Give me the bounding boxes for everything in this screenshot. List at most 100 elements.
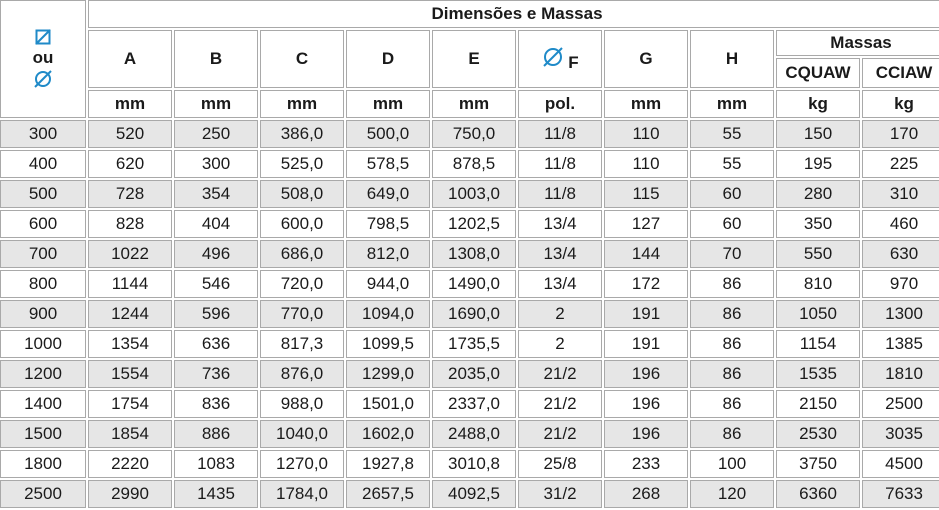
table-cell: 3035	[862, 420, 939, 448]
table-cell: 196	[604, 360, 688, 388]
table-cell: 770,0	[260, 300, 344, 328]
unit-f: pol.	[518, 90, 602, 118]
dimensions-table: ou Dimensões e Massas A B C D E F G H Ma…	[0, 0, 939, 510]
table-cell: 21/2	[518, 390, 602, 418]
unit-e: mm	[432, 90, 516, 118]
table-cell: 1050	[776, 300, 860, 328]
table-cell: 268	[604, 480, 688, 508]
table-cell: 310	[862, 180, 939, 208]
size-cell: 400	[0, 150, 86, 178]
size-cell: 1400	[0, 390, 86, 418]
table-cell: 55	[690, 150, 774, 178]
table-cell: 970	[862, 270, 939, 298]
table-cell: 620	[88, 150, 172, 178]
diameter-icon	[543, 46, 564, 67]
size-cell: 900	[0, 300, 86, 328]
size-cell: 800	[0, 270, 86, 298]
table-cell: 31/2	[518, 480, 602, 508]
table-cell: 876,0	[260, 360, 344, 388]
table-cell: 86	[690, 300, 774, 328]
table-cell: 1003,0	[432, 180, 516, 208]
unit-h: mm	[690, 90, 774, 118]
table-cell: 100	[690, 450, 774, 478]
table-cell: 836	[174, 390, 258, 418]
table-cell: 728	[88, 180, 172, 208]
table-row: 600 828 404 600,0 798,5 1202,5 13/4 127 60 350 460	[0, 210, 939, 238]
table-cell: 1535	[776, 360, 860, 388]
table-row: 1800 2220 1083 1270,0 1927,8 3010,8 25/8 233 100…	[0, 450, 939, 478]
size-cell: 500	[0, 180, 86, 208]
table-cell: 1854	[88, 420, 172, 448]
size-cell: 1500	[0, 420, 86, 448]
table-cell: 86	[690, 270, 774, 298]
table-cell: 11/8	[518, 120, 602, 148]
col-header-a: A	[88, 30, 172, 88]
table-cell: 25/8	[518, 450, 602, 478]
size-cell: 2500	[0, 480, 86, 508]
table-cell: 2337,0	[432, 390, 516, 418]
table-cell: 596	[174, 300, 258, 328]
mass-group-header: Massas	[776, 30, 939, 56]
table-cell: 1144	[88, 270, 172, 298]
table-cell: 70	[690, 240, 774, 268]
size-cell: 600	[0, 210, 86, 238]
table-row: 2500 2990 1435 1784,0 2657,5 4092,5 31/2 268 120…	[0, 480, 939, 508]
table-cell: 546	[174, 270, 258, 298]
table-row: 700 1022 496 686,0 812,0 1308,0 13/4 144 70 550 63…	[0, 240, 939, 268]
table-cell: 736	[174, 360, 258, 388]
table-cell: 2500	[862, 390, 939, 418]
unit-b: mm	[174, 90, 258, 118]
size-header-cell: ou	[0, 0, 86, 118]
table-cell: 225	[862, 150, 939, 178]
table-cell: 1784,0	[260, 480, 344, 508]
col-header-cquaw: CQUAW	[776, 58, 860, 88]
table-cell: 525,0	[260, 150, 344, 178]
square-diameter-icon	[35, 29, 51, 45]
table-cell: 686,0	[260, 240, 344, 268]
col-header-h: H	[690, 30, 774, 88]
table-cell: 11/8	[518, 180, 602, 208]
table-cell: 1927,8	[346, 450, 430, 478]
table-cell: 810	[776, 270, 860, 298]
table-cell: 1202,5	[432, 210, 516, 238]
unit-cquaw: kg	[776, 90, 860, 118]
table-cell: 110	[604, 120, 688, 148]
table-cell: 1501,0	[346, 390, 430, 418]
table-body: 300 520 250 386,0 500,0 750,0 11/8 110 55 150 170 4…	[0, 120, 939, 508]
table-cell: 1435	[174, 480, 258, 508]
table-cell: 191	[604, 300, 688, 328]
table-cell: 886	[174, 420, 258, 448]
table-cell: 1690,0	[432, 300, 516, 328]
table-cell: 750,0	[432, 120, 516, 148]
col-header-e: E	[432, 30, 516, 88]
col-header-c: C	[260, 30, 344, 88]
table-cell: 798,5	[346, 210, 430, 238]
table-cell: 86	[690, 360, 774, 388]
table-cell: 60	[690, 180, 774, 208]
table-cell: 508,0	[260, 180, 344, 208]
table-cell: 1308,0	[432, 240, 516, 268]
table-cell: 3750	[776, 450, 860, 478]
table-cell: 1083	[174, 450, 258, 478]
table-cell: 600,0	[260, 210, 344, 238]
table-cell: 1602,0	[346, 420, 430, 448]
size-cell: 1200	[0, 360, 86, 388]
table-cell: 196	[604, 420, 688, 448]
table-cell: 404	[174, 210, 258, 238]
table-cell: 354	[174, 180, 258, 208]
table-cell: 812,0	[346, 240, 430, 268]
unit-a: mm	[88, 90, 172, 118]
table-cell: 144	[604, 240, 688, 268]
table-cell: 1385	[862, 330, 939, 358]
table-cell: 86	[690, 420, 774, 448]
table-cell: 2657,5	[346, 480, 430, 508]
table-cell: 11/8	[518, 150, 602, 178]
table-cell: 1810	[862, 360, 939, 388]
table-cell: 6360	[776, 480, 860, 508]
table-cell: 1040,0	[260, 420, 344, 448]
col-header-f: F	[518, 30, 602, 88]
table-cell: 1490,0	[432, 270, 516, 298]
table-cell: 127	[604, 210, 688, 238]
table-cell: 2	[518, 300, 602, 328]
table-cell: 386,0	[260, 120, 344, 148]
